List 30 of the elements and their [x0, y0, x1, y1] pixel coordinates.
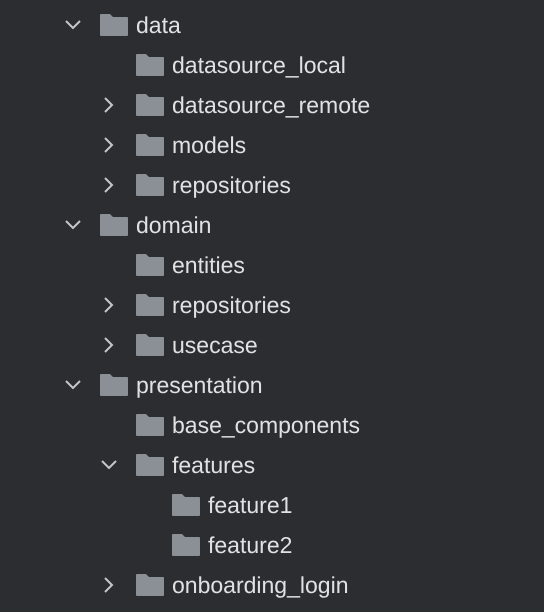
- folder-icon: [136, 54, 164, 76]
- folder-icon: [100, 374, 128, 396]
- folder-icon: [136, 454, 164, 476]
- folder-icon: [136, 94, 164, 116]
- folder-icon: [136, 134, 164, 156]
- folder-name[interactable]: usecase: [172, 328, 258, 362]
- folder-icon: [100, 214, 128, 236]
- folder-name[interactable]: entities: [172, 248, 245, 282]
- folder-icon: [136, 294, 164, 316]
- folder-name[interactable]: datasource_local: [172, 48, 346, 82]
- folder-icon: [136, 254, 164, 276]
- folder-name[interactable]: feature2: [208, 528, 292, 562]
- folder-name[interactable]: features: [172, 448, 256, 482]
- folder-icon: [172, 534, 200, 556]
- folder-icon: [136, 414, 164, 436]
- folder-name[interactable]: base_components: [172, 408, 360, 442]
- folder-name[interactable]: data: [136, 8, 181, 42]
- folder-name[interactable]: domain: [136, 208, 212, 242]
- folder-name[interactable]: models: [172, 128, 246, 162]
- folder-icon: [172, 494, 200, 516]
- folder-name[interactable]: repositories: [172, 168, 291, 202]
- folder-name[interactable]: repositories: [172, 288, 291, 322]
- folder-icon: [136, 574, 164, 596]
- folder-name[interactable]: feature1: [208, 488, 292, 522]
- folder-name[interactable]: onboarding_login: [172, 568, 348, 602]
- folder-icon: [100, 14, 128, 36]
- folder-icon: [136, 174, 164, 196]
- folder-name[interactable]: datasource_remote: [172, 88, 370, 122]
- folder-icon: [136, 334, 164, 356]
- folder-name[interactable]: presentation: [136, 368, 263, 402]
